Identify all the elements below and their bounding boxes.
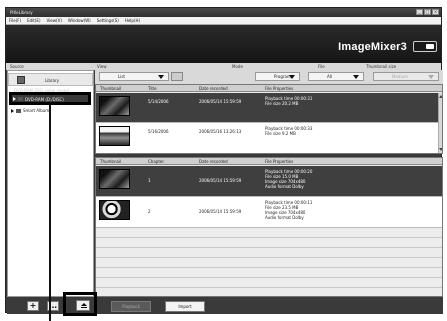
file-properties: Playback time 00:00:11 File size 23.5 MB… <box>265 200 313 220</box>
library-button[interactable]: Library <box>8 73 93 86</box>
maximize-icon[interactable]: □ <box>424 9 431 15</box>
menu-view[interactable]: View(V) <box>47 17 62 24</box>
window-title: PIXeLibrary <box>10 10 33 15</box>
chapters-grid: Thumbnail Chapter Date recorded File Pro… <box>95 157 443 297</box>
mode-select[interactable]: Program <box>255 72 300 81</box>
title-bar: PIXeLibrary _ □ × <box>6 8 441 17</box>
playback-button[interactable]: Playback <box>111 301 151 312</box>
mode-label: Mode <box>232 64 243 69</box>
video-thumbnail <box>99 126 130 146</box>
thumbnail-size-select[interactable]: Medium <box>373 72 439 81</box>
chevron-down-icon <box>353 75 359 79</box>
view-select[interactable]: List <box>99 72 169 81</box>
dvd-callout-box <box>9 92 91 105</box>
file-properties: Playback time 00:00:31 File size 20.2 MB <box>265 96 313 106</box>
file-properties: Playback time 00:00:33 File size 9.2 MB <box>265 126 313 136</box>
chapter-row[interactable]: 1 2006/05/14 15:59:59 Playback time 00:0… <box>96 166 442 197</box>
empty-row <box>96 258 442 268</box>
view-label: View <box>97 64 107 69</box>
title-row[interactable]: 5/16/2006 2006/05/16 13:26:13 Playback t… <box>96 123 442 153</box>
empty-row <box>96 238 442 248</box>
title-row[interactable]: 5/14/2006 2006/05/14 15:59:59 Playback t… <box>96 93 442 123</box>
menu-help[interactable]: Help(H) <box>125 17 140 24</box>
app-window: PIXeLibrary _ □ × File(F) Edit(E) View(V… <box>5 7 443 314</box>
menu-window[interactable]: Window(W) <box>68 17 91 24</box>
control-labels: Source View Mode File Thumbnail size <box>6 63 441 70</box>
chapters-grid-header: Thumbnail Chapter Date recorded File Pro… <box>96 158 442 165</box>
titles-grid: Thumbnail Title Date recorded File Prope… <box>95 84 443 154</box>
source-label: Source <box>10 64 24 69</box>
expand-icon <box>11 108 14 113</box>
empty-row <box>96 228 442 238</box>
file-select[interactable]: All <box>308 72 364 81</box>
eject-callout-box <box>63 292 97 316</box>
add-button[interactable]: + <box>27 301 39 311</box>
brand-title: ImageMixer3 <box>338 41 407 53</box>
menu-file[interactable]: File(F) <box>9 17 21 24</box>
titles-scrollbar[interactable] <box>438 93 442 153</box>
chevron-down-icon <box>289 75 295 79</box>
video-thumbnail <box>99 169 130 189</box>
empty-row <box>96 278 442 288</box>
album-icon <box>16 108 21 113</box>
menu-bar: File(F) Edit(E) View(V) Window(W) Settin… <box>6 17 441 25</box>
thumbnail-size-label: Thumbnail size <box>366 64 397 69</box>
import-button[interactable]: Import <box>165 301 205 312</box>
chapter-row[interactable]: 2 2006/05/14 15:59:59 Playback time 00:0… <box>96 197 442 228</box>
chevron-down-icon <box>158 75 164 79</box>
panel-toggle-button[interactable] <box>413 41 437 52</box>
titles-grid-header: Thumbnail Title Date recorded File Prope… <box>96 85 442 92</box>
file-properties: Playback time 00:00:20 File size 15.0 MB… <box>265 169 313 189</box>
menu-settings[interactable]: Settings(S) <box>97 17 119 24</box>
empty-row <box>96 268 442 278</box>
video-thumbnail <box>99 200 130 220</box>
list-view-icon[interactable] <box>171 72 183 81</box>
close-icon[interactable]: × <box>432 9 439 15</box>
video-thumbnail <box>99 96 130 116</box>
window-controls: _ □ × <box>416 9 439 15</box>
empty-row <box>96 288 442 296</box>
action-toolbar: Playback Import <box>95 297 443 314</box>
minimize-icon[interactable]: _ <box>416 9 423 15</box>
callout-line <box>49 105 51 321</box>
control-row: List Program All Medium <box>95 70 443 84</box>
brand-bar: ImageMixer3 <box>6 25 441 63</box>
file-label: File <box>318 64 325 69</box>
library-icon <box>17 76 25 84</box>
smart-album-item[interactable]: Smart Album <box>11 108 49 113</box>
empty-row <box>96 248 442 258</box>
menu-edit[interactable]: Edit(E) <box>27 17 40 24</box>
chevron-down-icon <box>428 75 434 79</box>
